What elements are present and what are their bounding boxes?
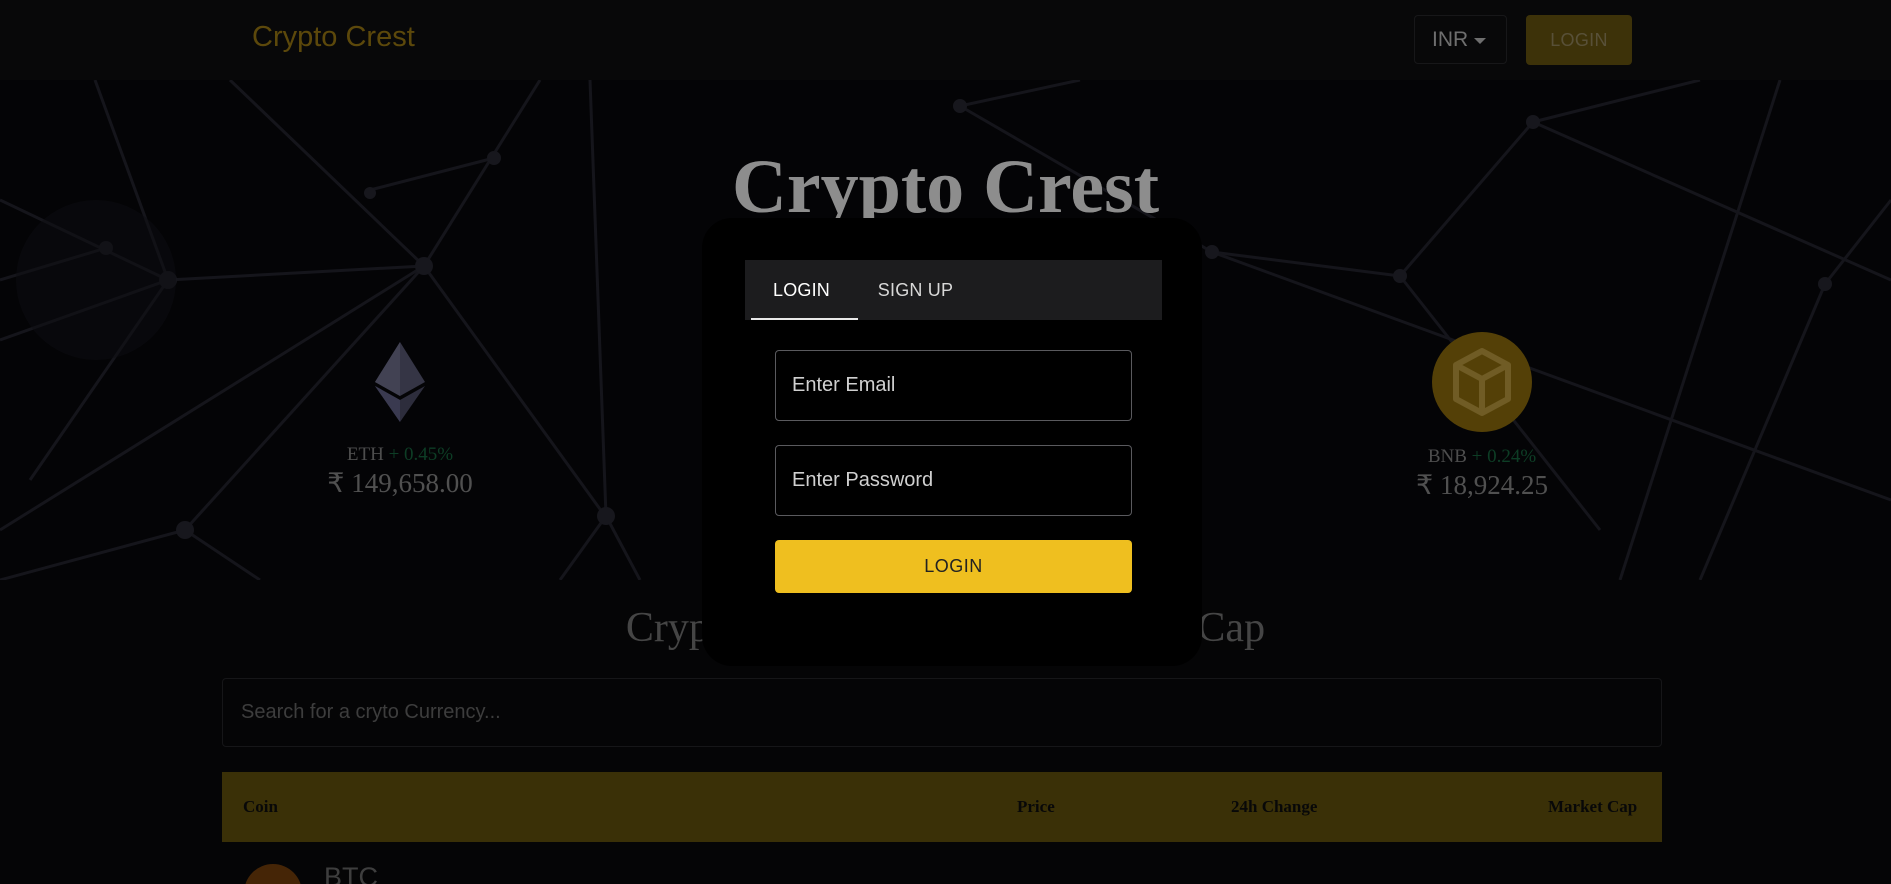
password-field[interactable] — [775, 445, 1132, 516]
auth-modal: LOGIN SIGN UP LOGIN — [702, 218, 1202, 666]
login-submit-button[interactable]: LOGIN — [775, 540, 1132, 593]
tab-sign-up[interactable]: SIGN UP — [858, 260, 973, 320]
tab-login[interactable]: LOGIN — [745, 260, 858, 320]
auth-tabs: LOGIN SIGN UP — [745, 260, 1162, 320]
email-field[interactable] — [775, 350, 1132, 421]
